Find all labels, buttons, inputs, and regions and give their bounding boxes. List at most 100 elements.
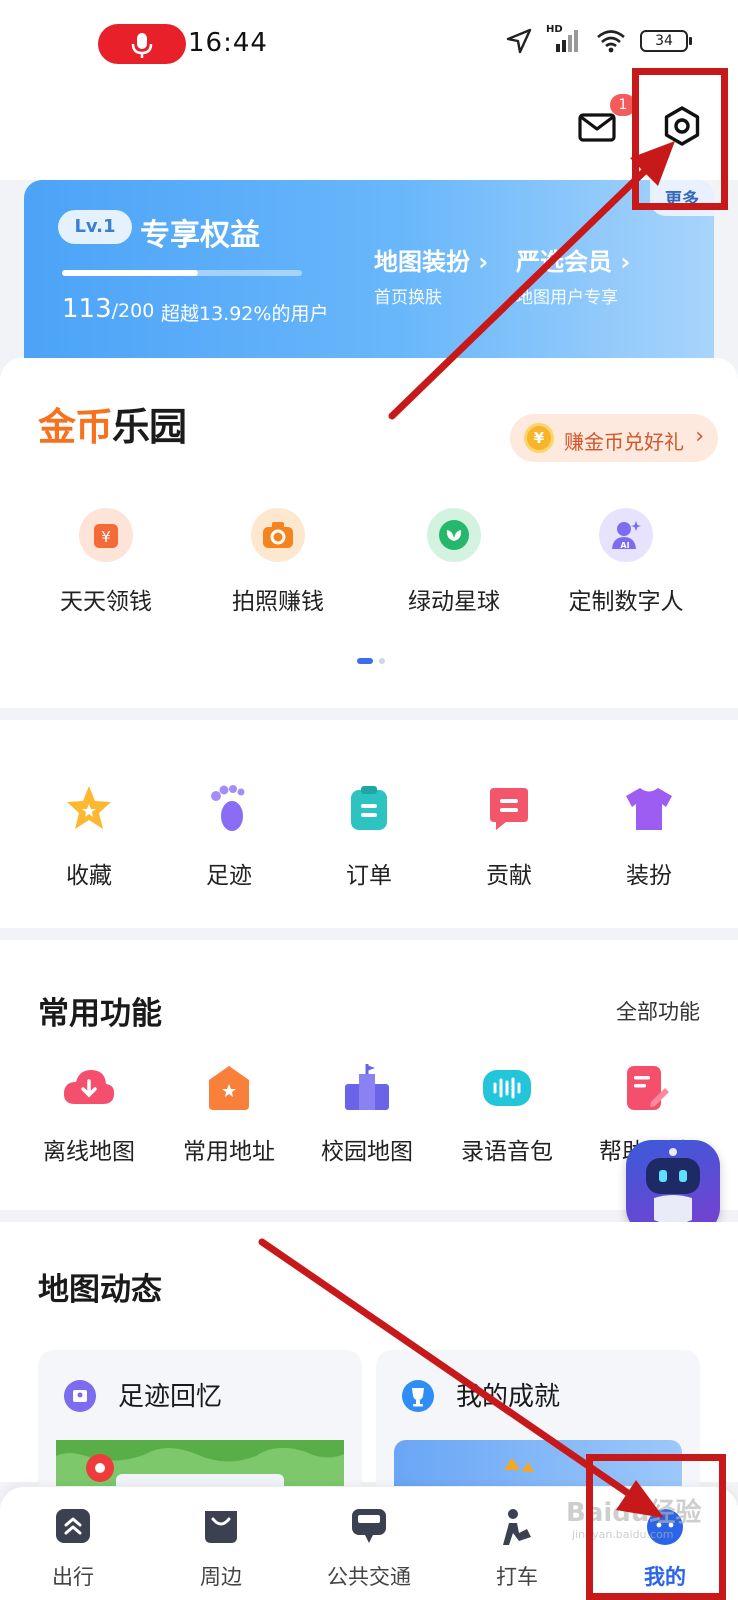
vip-benefits-card[interactable]: Lv.1 专享权益 113/200 超越13.92%的用户 地图装扮 › 首页换…: [24, 180, 714, 360]
level-score: 113/200: [62, 294, 154, 324]
camera-icon: [251, 508, 305, 562]
campus-map-button[interactable]: 校园地图: [302, 1062, 432, 1166]
ai-avatar-icon: AI: [599, 508, 653, 562]
map-dynamics-section: 地图动态 足迹回忆 我的成就: [0, 1222, 738, 1500]
vip-title: 专享权益: [140, 218, 260, 253]
level-progress-fill: [62, 270, 198, 276]
robot-icon: [646, 1148, 700, 1224]
map-skin-sub: 首页换肤: [374, 288, 442, 308]
coin-task-label: 绿动星球: [408, 589, 500, 615]
all-functions-link[interactable]: 全部功能: [616, 996, 700, 1026]
section-title: 地图动态: [38, 1272, 162, 1308]
offline-map-button[interactable]: 离线地图: [24, 1062, 154, 1166]
earn-coins-button[interactable]: ¥ 赚金币兑好礼 ›: [510, 414, 718, 462]
coin-task-label: 天天领钱: [60, 589, 152, 615]
select-member-sub: 地图用户专享: [516, 288, 618, 308]
battery-icon: 34: [640, 30, 692, 52]
green-planet-icon: [427, 508, 481, 562]
card-title: 足迹回忆: [118, 1382, 223, 1412]
coin-task-daily-cash[interactable]: ¥ 天天领钱: [36, 508, 176, 616]
highlight-box-mine-tab: [586, 1454, 726, 1600]
microphone-icon: [131, 33, 153, 58]
taxi-icon: [503, 1509, 531, 1545]
tab-label: 公共交通: [327, 1565, 411, 1589]
coin-icon: ¥: [524, 423, 554, 453]
score-value: 113: [62, 294, 112, 324]
contribution-icon: [490, 788, 528, 830]
select-member-title: 严选会员: [516, 248, 612, 276]
chevron-right-icon: ›: [695, 424, 704, 449]
coin-park-logo-b: 乐园: [112, 405, 187, 449]
level-badge: Lv.1: [58, 210, 132, 244]
order-icon: [351, 786, 387, 830]
coin-task-green-planet[interactable]: 绿动星球: [384, 508, 524, 616]
star-icon: [67, 786, 111, 829]
quick-access-row: 收藏 足迹 订单 贡献 装扮: [0, 720, 738, 928]
quick-label: 订单: [346, 863, 392, 889]
function-label: 校园地图: [321, 1139, 413, 1165]
map-skin-title: 地图装扮: [374, 248, 470, 276]
tab-public-transit[interactable]: 公共交通: [314, 1507, 424, 1591]
coin-park-logo-a: 金币: [38, 405, 113, 449]
tab-label: 周边: [200, 1565, 242, 1589]
mic-recording-indicator[interactable]: [98, 24, 186, 64]
tab-label: 打车: [496, 1565, 538, 1589]
section-title: 常用功能: [38, 996, 162, 1032]
status-bar: 16:44 HD 34: [0, 0, 738, 90]
tab-taxi[interactable]: 打车: [462, 1507, 572, 1591]
campus-map-icon: [345, 1064, 389, 1110]
nearby-icon: [205, 1511, 237, 1543]
tab-travel[interactable]: 出行: [18, 1507, 128, 1591]
quick-label: 贡献: [486, 863, 532, 889]
ai-assistant-button[interactable]: [626, 1140, 720, 1234]
card-title: 我的成就: [456, 1382, 561, 1412]
tab-label: 出行: [52, 1565, 94, 1589]
messages-button[interactable]: [576, 106, 618, 148]
voice-pack-button[interactable]: 录语音包: [442, 1062, 572, 1166]
highlight-box-settings: [632, 68, 728, 210]
orders-button[interactable]: 订单: [314, 782, 424, 890]
bus-icon: [352, 1509, 386, 1543]
carousel-pagination: [357, 658, 385, 664]
footprint-button[interactable]: 足迹: [174, 782, 284, 890]
battery-level: 34: [655, 33, 673, 49]
svg-text:¥: ¥: [101, 528, 111, 546]
contribution-button[interactable]: 贡献: [454, 782, 564, 890]
yen-bag-icon: ¥: [79, 508, 133, 562]
coin-park-logo[interactable]: 金币乐园: [38, 396, 187, 451]
signal-icon: HD: [546, 24, 582, 54]
status-time: 16:44: [188, 28, 268, 58]
wifi-icon: [597, 30, 625, 53]
feedback-icon: [627, 1066, 669, 1110]
quick-label: 装扮: [626, 863, 672, 889]
function-label: 录语音包: [461, 1139, 553, 1165]
mail-icon: [578, 113, 616, 142]
earn-coins-label: 赚金币兑好礼: [564, 430, 684, 454]
pagination-dot-active: [357, 658, 373, 664]
function-label: 离线地图: [43, 1139, 135, 1165]
offline-map-icon: [63, 1070, 115, 1104]
pagination-dot: [379, 658, 385, 664]
location-arrow-icon: [506, 28, 532, 54]
memory-icon: [64, 1380, 96, 1412]
map-skin-link[interactable]: 地图装扮 › 首页换肤: [374, 242, 488, 308]
travel-icon: [56, 1509, 90, 1543]
coin-task-label: 拍照赚钱: [232, 589, 324, 615]
tab-nearby[interactable]: 周边: [166, 1507, 276, 1591]
favorites-button[interactable]: 收藏: [34, 782, 144, 890]
quick-label: 收藏: [66, 863, 112, 889]
profile-header: 1: [0, 90, 738, 180]
footprint-memory-card[interactable]: 足迹回忆: [38, 1350, 362, 1500]
function-label: 常用地址: [183, 1139, 275, 1165]
score-total: /200: [111, 300, 155, 322]
svg-text:AI: AI: [620, 541, 629, 550]
coin-task-digital-human[interactable]: AI 定制数字人: [556, 508, 696, 616]
coin-park-section: 金币乐园 ¥ 赚金币兑好礼 › ¥ 天天领钱 拍照赚钱 绿动星球 AI 定制数字…: [0, 358, 738, 708]
select-member-link[interactable]: 严选会员 › 地图用户专享: [516, 242, 630, 308]
common-address-button[interactable]: 常用地址: [164, 1062, 294, 1166]
beat-percentage-text: 超越13.92%的用户: [161, 303, 329, 325]
coin-task-photo-earn[interactable]: 拍照赚钱: [208, 508, 348, 616]
dress-up-button[interactable]: 装扮: [594, 782, 704, 890]
trophy-icon: [402, 1380, 434, 1412]
quick-label: 足迹: [206, 863, 252, 889]
